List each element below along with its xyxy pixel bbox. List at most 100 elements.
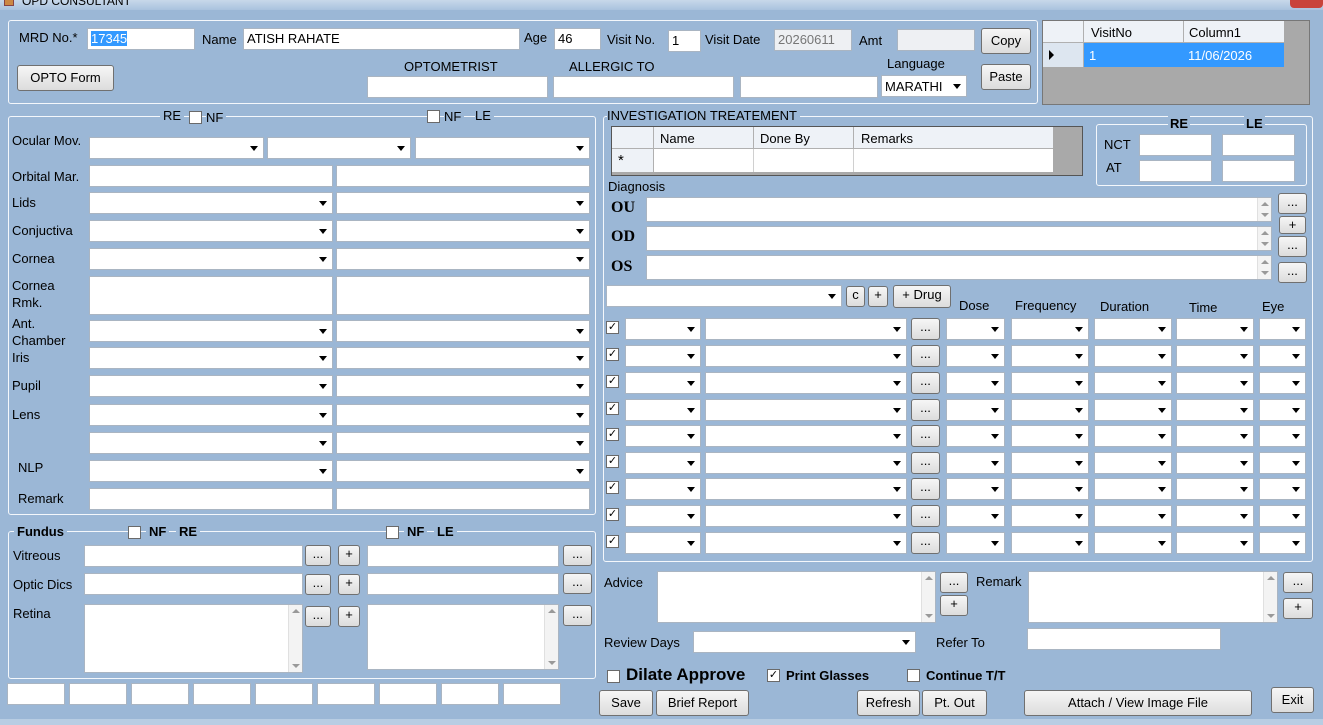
frequency-select[interactable]: [1011, 532, 1089, 554]
exit-button[interactable]: Exit: [1271, 687, 1314, 713]
duration-select[interactable]: [1094, 425, 1172, 447]
exam-re-input[interactable]: [89, 488, 333, 510]
footer-input[interactable]: [379, 683, 437, 705]
pt-out-button[interactable]: Pt. Out: [922, 690, 987, 716]
retina-re-add-button[interactable]: +: [338, 606, 360, 627]
allergic-input[interactable]: [553, 76, 734, 98]
duration-select[interactable]: [1094, 478, 1172, 500]
frequency-select[interactable]: [1011, 372, 1089, 394]
drug-name-select[interactable]: [705, 532, 907, 554]
drug-name-select[interactable]: [705, 478, 907, 500]
eye-select[interactable]: [1259, 372, 1306, 394]
diagnosis-add-button[interactable]: +: [1279, 216, 1306, 234]
exam-re-select[interactable]: [89, 460, 333, 482]
age-input[interactable]: 46: [554, 28, 601, 50]
exam-re-select[interactable]: [89, 248, 333, 270]
scrollbar[interactable]: [1257, 256, 1271, 279]
vitreous-le-input[interactable]: [367, 545, 559, 567]
time-select[interactable]: [1176, 345, 1254, 367]
at-re-input[interactable]: [1139, 160, 1212, 182]
visit-grid[interactable]: VisitNo Column1 1 11/06/2026: [1042, 20, 1310, 105]
drug-name-select[interactable]: [705, 399, 907, 421]
os-textarea[interactable]: [646, 255, 1272, 280]
amt-input[interactable]: [897, 29, 975, 51]
dose-select[interactable]: [946, 372, 1005, 394]
frequency-select[interactable]: [1011, 425, 1089, 447]
scrollbar[interactable]: [1263, 572, 1277, 622]
ou-textarea[interactable]: [646, 197, 1272, 222]
add-drug-button[interactable]: + Drug: [893, 285, 951, 308]
nct-le-input[interactable]: [1222, 134, 1295, 156]
grid-header-column1[interactable]: Column1: [1184, 21, 1284, 43]
mrd-input[interactable]: 17345: [87, 28, 195, 50]
drug-name-select[interactable]: [705, 505, 907, 527]
optic-re-input[interactable]: [84, 573, 303, 595]
fundus-re-nf-checkbox[interactable]: [128, 526, 141, 539]
remark-textarea[interactable]: [1028, 571, 1278, 623]
exam-re-input[interactable]: [89, 165, 333, 187]
advice-textarea[interactable]: [657, 571, 936, 623]
drug-row-checkbox[interactable]: ✓: [606, 481, 619, 494]
visitno-input[interactable]: 1: [668, 30, 701, 52]
duration-select[interactable]: [1094, 452, 1172, 474]
drug-type-select[interactable]: [625, 532, 701, 554]
drug-name-select[interactable]: [705, 452, 907, 474]
frequency-select[interactable]: [1011, 505, 1089, 527]
grid-header-doneby[interactable]: Done By: [754, 127, 854, 149]
od-more-button[interactable]: ...: [1278, 236, 1307, 257]
drug-type-select[interactable]: [625, 345, 701, 367]
table-row[interactable]: 1 11/06/2026: [1084, 43, 1284, 67]
eye-select[interactable]: [1259, 532, 1306, 554]
time-select[interactable]: [1176, 478, 1254, 500]
duration-select[interactable]: [1094, 399, 1172, 421]
time-select[interactable]: [1176, 318, 1254, 340]
drug-row-checkbox[interactable]: ✓: [606, 375, 619, 388]
drug-type-select[interactable]: [625, 478, 701, 500]
drug-type-select[interactable]: [625, 452, 701, 474]
drug-row-checkbox[interactable]: ✓: [606, 428, 619, 441]
time-select[interactable]: [1176, 452, 1254, 474]
drug-type-select[interactable]: [625, 399, 701, 421]
drug-row-checkbox[interactable]: ✓: [606, 321, 619, 334]
drug-more-button[interactable]: ...: [911, 372, 940, 394]
exam-re-select[interactable]: [89, 220, 333, 242]
exam-le-select[interactable]: [336, 347, 590, 369]
frequency-select[interactable]: [1011, 318, 1089, 340]
retina-le-more-button[interactable]: ...: [563, 605, 592, 626]
save-button[interactable]: Save: [599, 690, 653, 716]
brief-report-button[interactable]: Brief Report: [656, 690, 749, 716]
drug-row-checkbox[interactable]: ✓: [606, 402, 619, 415]
drug-type-select[interactable]: [625, 425, 701, 447]
dose-select[interactable]: [946, 532, 1005, 554]
optometrist-input[interactable]: [367, 76, 548, 98]
optic-re-add-button[interactable]: +: [338, 574, 360, 595]
drug-row-checkbox[interactable]: ✓: [606, 348, 619, 361]
exam-re-select[interactable]: [89, 347, 333, 369]
scrollbar[interactable]: [288, 605, 302, 672]
drug-type-select[interactable]: [625, 505, 701, 527]
review-days-select[interactable]: [693, 631, 916, 653]
optic-le-input[interactable]: [367, 573, 559, 595]
scrollbar[interactable]: [1257, 198, 1271, 221]
frequency-select[interactable]: [1011, 478, 1089, 500]
drug-type-select[interactable]: [625, 318, 701, 340]
extra-input[interactable]: [740, 76, 878, 98]
duration-select[interactable]: [1094, 532, 1172, 554]
grid-header-remarks[interactable]: Remarks: [854, 127, 1053, 149]
investigation-grid[interactable]: Name Done By Remarks *: [611, 126, 1083, 176]
frequency-select[interactable]: [1011, 452, 1089, 474]
ou-more-button[interactable]: ...: [1278, 193, 1307, 214]
drug-more-button[interactable]: ...: [911, 532, 940, 554]
table-row[interactable]: [654, 149, 1053, 172]
eye-select[interactable]: [1259, 478, 1306, 500]
print-glasses-checkbox[interactable]: ✓: [767, 669, 780, 682]
footer-input[interactable]: [7, 683, 65, 705]
drug-c-button[interactable]: c: [846, 286, 865, 307]
exam-le-select[interactable]: [336, 375, 590, 397]
drug-more-button[interactable]: ...: [911, 505, 940, 527]
duration-select[interactable]: [1094, 372, 1172, 394]
attach-view-image-button[interactable]: Attach / View Image File: [1024, 690, 1252, 716]
drug-row-checkbox[interactable]: ✓: [606, 535, 619, 548]
frequency-select[interactable]: [1011, 399, 1089, 421]
eye-select[interactable]: [1259, 318, 1306, 340]
